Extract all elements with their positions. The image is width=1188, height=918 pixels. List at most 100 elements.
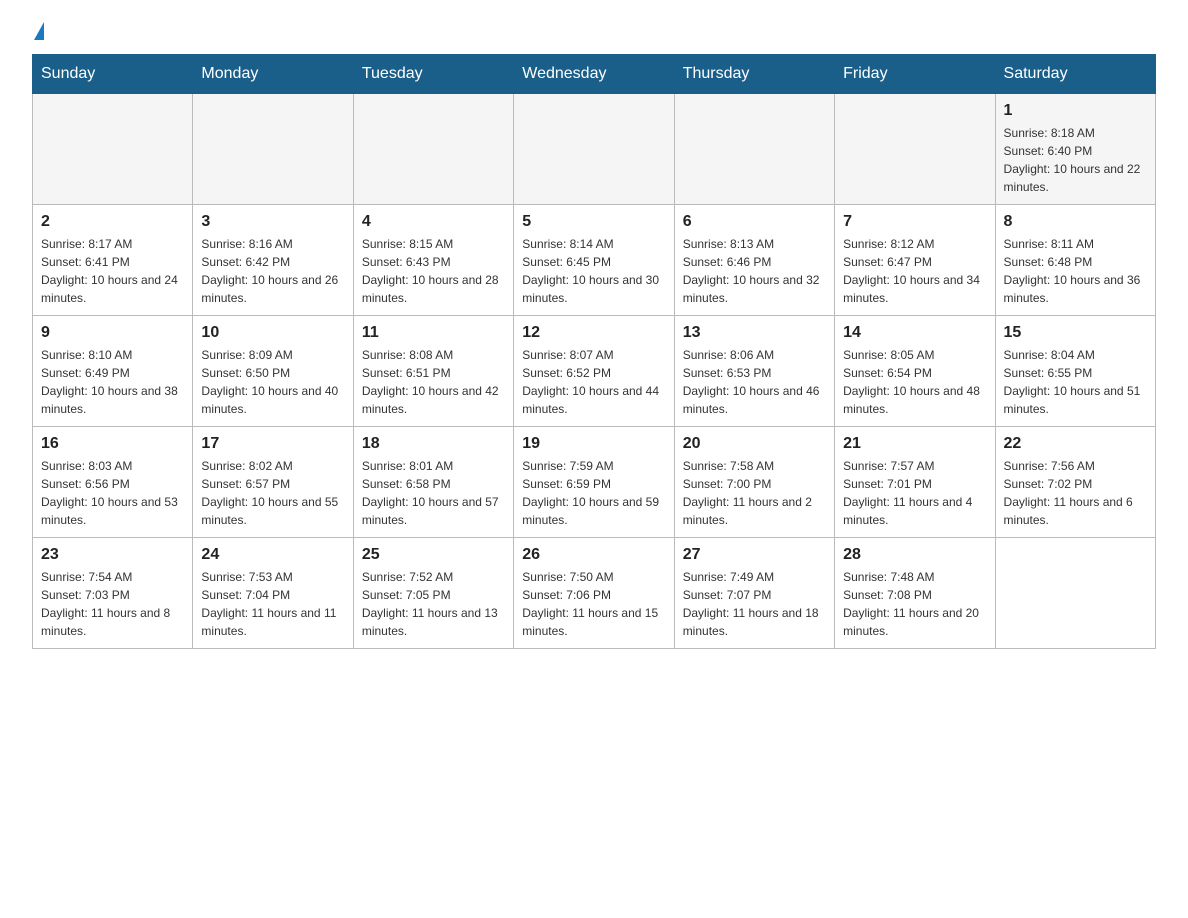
day-number: 19: [522, 435, 665, 453]
day-number: 5: [522, 213, 665, 231]
calendar-cell: 28 Sunrise: 7:48 AM Sunset: 7:08 PM Dayli…: [835, 538, 995, 649]
day-info: Sunrise: 8:18 AM Sunset: 6:40 PM Dayligh…: [1004, 124, 1147, 196]
calendar-cell: 4 Sunrise: 8:15 AM Sunset: 6:43 PM Daylig…: [353, 205, 513, 316]
day-number: 24: [201, 546, 344, 564]
day-info: Sunrise: 8:02 AM Sunset: 6:57 PM Dayligh…: [201, 457, 344, 529]
day-number: 27: [683, 546, 826, 564]
calendar-cell: [674, 94, 834, 205]
calendar-cell: 22 Sunrise: 7:56 AM Sunset: 7:02 PM Dayli…: [995, 427, 1155, 538]
calendar-cell: [995, 538, 1155, 649]
day-number: 1: [1004, 102, 1147, 120]
calendar-cell: [835, 94, 995, 205]
calendar-cell: 25 Sunrise: 7:52 AM Sunset: 7:05 PM Dayli…: [353, 538, 513, 649]
calendar-cell: [353, 94, 513, 205]
calendar-cell: 2Sunrise: 8:17 AM Sunset: 6:41 PM Daylig…: [33, 205, 193, 316]
calendar-cell: 9Sunrise: 8:10 AM Sunset: 6:49 PM Daylig…: [33, 316, 193, 427]
day-info: Sunrise: 8:09 AM Sunset: 6:50 PM Dayligh…: [201, 346, 344, 418]
day-info: Sunrise: 8:15 AM Sunset: 6:43 PM Dayligh…: [362, 235, 505, 307]
day-info: Sunrise: 8:08 AM Sunset: 6:51 PM Dayligh…: [362, 346, 505, 418]
day-info: Sunrise: 8:04 AM Sunset: 6:55 PM Dayligh…: [1004, 346, 1147, 418]
weekday-header-sunday: Sunday: [33, 55, 193, 94]
day-number: 10: [201, 324, 344, 342]
weekday-header-wednesday: Wednesday: [514, 55, 674, 94]
calendar-cell: 8 Sunrise: 8:11 AM Sunset: 6:48 PM Daylig…: [995, 205, 1155, 316]
weekday-header-row: SundayMondayTuesdayWednesdayThursdayFrid…: [33, 55, 1156, 94]
day-info: Sunrise: 8:16 AM Sunset: 6:42 PM Dayligh…: [201, 235, 344, 307]
calendar-cell: 5 Sunrise: 8:14 AM Sunset: 6:45 PM Daylig…: [514, 205, 674, 316]
calendar-table: SundayMondayTuesdayWednesdayThursdayFrid…: [32, 54, 1156, 649]
day-info: Sunrise: 8:07 AM Sunset: 6:52 PM Dayligh…: [522, 346, 665, 418]
calendar-cell: 11 Sunrise: 8:08 AM Sunset: 6:51 PM Dayli…: [353, 316, 513, 427]
day-number: 28: [843, 546, 986, 564]
calendar-cell: 23 Sunrise: 7:54 AM Sunset: 7:03 PM Dayli…: [33, 538, 193, 649]
day-info: Sunrise: 8:05 AM Sunset: 6:54 PM Dayligh…: [843, 346, 986, 418]
day-info: Sunrise: 7:49 AM Sunset: 7:07 PM Dayligh…: [683, 568, 826, 640]
weekday-header-saturday: Saturday: [995, 55, 1155, 94]
day-info: Sunrise: 8:01 AM Sunset: 6:58 PM Dayligh…: [362, 457, 505, 529]
calendar-cell: 16 Sunrise: 8:03 AM Sunset: 6:56 PM Dayli…: [33, 427, 193, 538]
day-number: 21: [843, 435, 986, 453]
calendar-cell: 15 Sunrise: 8:04 AM Sunset: 6:55 PM Dayli…: [995, 316, 1155, 427]
day-number: 25: [362, 546, 505, 564]
day-info: Sunrise: 8:11 AM Sunset: 6:48 PM Dayligh…: [1004, 235, 1147, 307]
logo-icon: [34, 22, 44, 40]
day-number: 15: [1004, 324, 1147, 342]
weekday-header-thursday: Thursday: [674, 55, 834, 94]
calendar-week-row: 23 Sunrise: 7:54 AM Sunset: 7:03 PM Dayli…: [33, 538, 1156, 649]
day-info: Sunrise: 7:48 AM Sunset: 7:08 PM Dayligh…: [843, 568, 986, 640]
day-info: Sunrise: 7:56 AM Sunset: 7:02 PM Dayligh…: [1004, 457, 1147, 529]
calendar-week-row: 2Sunrise: 8:17 AM Sunset: 6:41 PM Daylig…: [33, 205, 1156, 316]
calendar-week-row: 1 Sunrise: 8:18 AM Sunset: 6:40 PM Daylig…: [33, 94, 1156, 205]
day-number: 18: [362, 435, 505, 453]
day-number: 2: [41, 213, 184, 231]
calendar-cell: 12 Sunrise: 8:07 AM Sunset: 6:52 PM Dayli…: [514, 316, 674, 427]
day-info: Sunrise: 8:14 AM Sunset: 6:45 PM Dayligh…: [522, 235, 665, 307]
day-number: 14: [843, 324, 986, 342]
weekday-header-monday: Monday: [193, 55, 353, 94]
day-number: 6: [683, 213, 826, 231]
day-number: 4: [362, 213, 505, 231]
calendar-cell: 17Sunrise: 8:02 AM Sunset: 6:57 PM Dayli…: [193, 427, 353, 538]
day-info: Sunrise: 8:13 AM Sunset: 6:46 PM Dayligh…: [683, 235, 826, 307]
calendar-cell: [193, 94, 353, 205]
day-number: 22: [1004, 435, 1147, 453]
calendar-cell: 20Sunrise: 7:58 AM Sunset: 7:00 PM Dayli…: [674, 427, 834, 538]
day-number: 23: [41, 546, 184, 564]
day-info: Sunrise: 7:53 AM Sunset: 7:04 PM Dayligh…: [201, 568, 344, 640]
day-info: Sunrise: 7:52 AM Sunset: 7:05 PM Dayligh…: [362, 568, 505, 640]
day-info: Sunrise: 8:03 AM Sunset: 6:56 PM Dayligh…: [41, 457, 184, 529]
calendar-cell: 26 Sunrise: 7:50 AM Sunset: 7:06 PM Dayli…: [514, 538, 674, 649]
day-info: Sunrise: 7:50 AM Sunset: 7:06 PM Dayligh…: [522, 568, 665, 640]
day-info: Sunrise: 7:54 AM Sunset: 7:03 PM Dayligh…: [41, 568, 184, 640]
day-info: Sunrise: 7:57 AM Sunset: 7:01 PM Dayligh…: [843, 457, 986, 529]
day-number: 13: [683, 324, 826, 342]
calendar-cell: [33, 94, 193, 205]
day-info: Sunrise: 7:59 AM Sunset: 6:59 PM Dayligh…: [522, 457, 665, 529]
day-number: 26: [522, 546, 665, 564]
calendar-cell: 21 Sunrise: 7:57 AM Sunset: 7:01 PM Dayli…: [835, 427, 995, 538]
day-number: 12: [522, 324, 665, 342]
day-info: Sunrise: 8:12 AM Sunset: 6:47 PM Dayligh…: [843, 235, 986, 307]
calendar-cell: 24 Sunrise: 7:53 AM Sunset: 7:04 PM Dayli…: [193, 538, 353, 649]
calendar-cell: 14 Sunrise: 8:05 AM Sunset: 6:54 PM Dayli…: [835, 316, 995, 427]
calendar-cell: 18 Sunrise: 8:01 AM Sunset: 6:58 PM Dayli…: [353, 427, 513, 538]
calendar-cell: 19 Sunrise: 7:59 AM Sunset: 6:59 PM Dayli…: [514, 427, 674, 538]
day-number: 16: [41, 435, 184, 453]
weekday-header-tuesday: Tuesday: [353, 55, 513, 94]
calendar-cell: 7 Sunrise: 8:12 AM Sunset: 6:47 PM Daylig…: [835, 205, 995, 316]
calendar-week-row: 16 Sunrise: 8:03 AM Sunset: 6:56 PM Dayli…: [33, 427, 1156, 538]
day-info: Sunrise: 8:10 AM Sunset: 6:49 PM Dayligh…: [41, 346, 184, 418]
calendar-cell: 27 Sunrise: 7:49 AM Sunset: 7:07 PM Dayli…: [674, 538, 834, 649]
calendar-cell: 13Sunrise: 8:06 AM Sunset: 6:53 PM Dayli…: [674, 316, 834, 427]
weekday-header-friday: Friday: [835, 55, 995, 94]
day-number: 3: [201, 213, 344, 231]
calendar-week-row: 9Sunrise: 8:10 AM Sunset: 6:49 PM Daylig…: [33, 316, 1156, 427]
page-header: [32, 24, 1156, 38]
day-info: Sunrise: 7:58 AM Sunset: 7:00 PM Dayligh…: [683, 457, 826, 529]
day-number: 7: [843, 213, 986, 231]
day-number: 11: [362, 324, 505, 342]
calendar-cell: 1 Sunrise: 8:18 AM Sunset: 6:40 PM Daylig…: [995, 94, 1155, 205]
day-number: 8: [1004, 213, 1147, 231]
calendar-cell: 10 Sunrise: 8:09 AM Sunset: 6:50 PM Dayli…: [193, 316, 353, 427]
calendar-cell: [514, 94, 674, 205]
